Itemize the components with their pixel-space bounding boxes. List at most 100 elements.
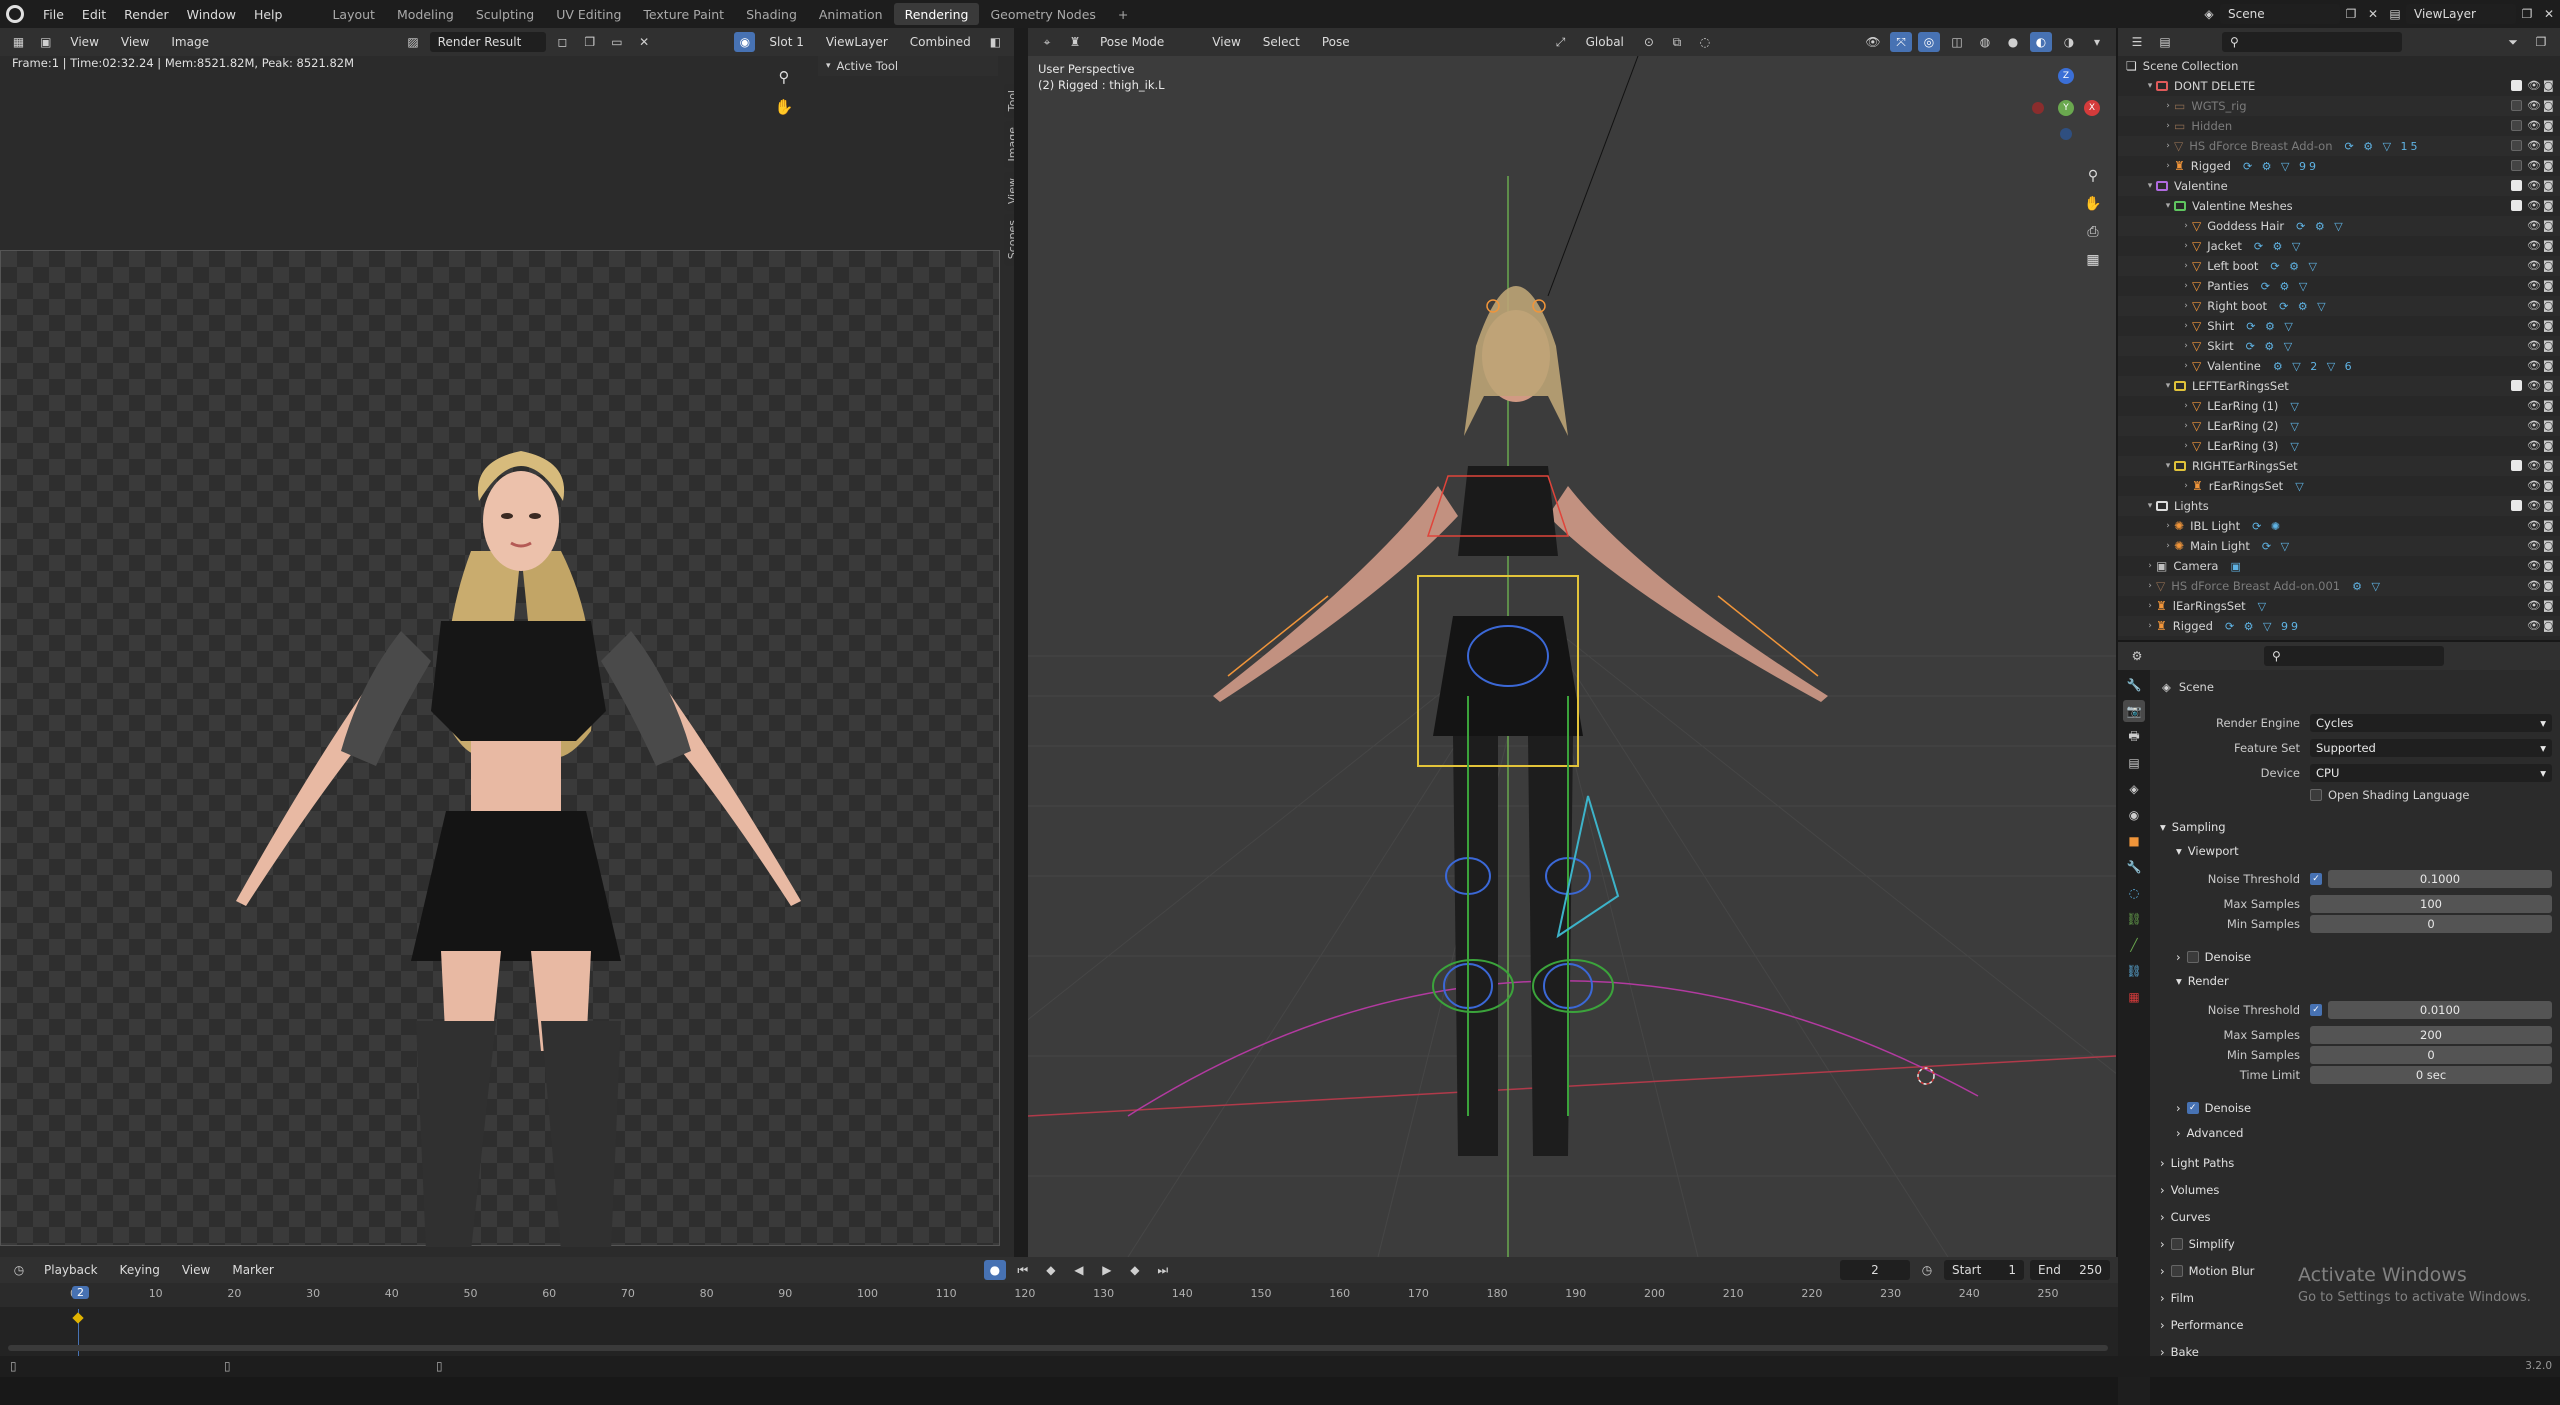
snap-icon[interactable]: ⧉ [1666, 32, 1688, 52]
workspace-tab-layout[interactable]: Layout [321, 3, 386, 25]
outliner-row[interactable]: › ♜ Rigged ⟳ ⚙ ▽ 99 👁 ◙ [2118, 156, 2560, 176]
zoom-icon[interactable]: ⚲ [772, 68, 796, 92]
marker-menu[interactable]: Marker [224, 1260, 281, 1280]
workspace-tab-sculpting[interactable]: Sculpting [465, 3, 545, 25]
exclude-checkbox[interactable] [2511, 140, 2522, 151]
hand-pan-icon[interactable]: ✋ [772, 98, 796, 122]
delete-scene-icon[interactable]: ✕ [2362, 4, 2384, 24]
new-view-layer-icon[interactable]: ❐ [2516, 4, 2538, 24]
modifier-icons[interactable]: ⟳ ⚙ ▽ 15 [2345, 140, 2421, 153]
sampling-panel-header[interactable]: ▾ Sampling [2150, 816, 2560, 838]
render-camera-icon[interactable]: ◙ [2543, 339, 2556, 352]
outliner-row[interactable]: ▾ Lights 👁 ◙ [2118, 496, 2560, 516]
chevron-right-icon[interactable]: › [2180, 421, 2192, 431]
delete-view-layer-icon[interactable]: ✕ [2538, 4, 2560, 24]
eye-icon[interactable]: 👁 [2527, 339, 2541, 352]
render-camera-icon[interactable]: ◙ [2543, 499, 2556, 512]
panel-performance[interactable]: › Performance [2150, 1314, 2560, 1336]
bone-tab-icon[interactable]: ╱ [2123, 934, 2145, 956]
orientation-dropdown[interactable]: Global [1578, 32, 1632, 52]
scene-tab-icon[interactable]: ◈ [2123, 778, 2145, 800]
navigation-gizmo[interactable]: Z Y X [2024, 66, 2104, 146]
modifier-icons[interactable]: ⚙ ▽ 2 ▽ 6 [2273, 360, 2355, 373]
modifier-icons[interactable]: ▽ [2258, 600, 2269, 613]
outliner-row[interactable]: ▾ DONT DELETE 👁 ◙ [2118, 76, 2560, 96]
chevron-right-icon[interactable]: › [2180, 341, 2192, 351]
r-denoise-subpanel[interactable]: › ✓ Denoise [2150, 1097, 2560, 1119]
keying-menu[interactable]: Keying [112, 1260, 168, 1280]
r-max-samples-field[interactable]: 200 [2310, 1026, 2552, 1044]
render-camera-icon[interactable]: ◙ [2543, 139, 2556, 152]
workspace-tab-uv-editing[interactable]: UV Editing [545, 3, 632, 25]
display-mode-icon[interactable]: ◧ [985, 32, 1006, 52]
outliner-row[interactable]: › ▽ Left boot ⟳ ⚙ ▽ 👁 ◙ [2118, 256, 2560, 276]
chevron-right-icon[interactable]: › [2144, 581, 2156, 591]
eye-icon[interactable]: 👁 [2527, 559, 2541, 572]
panel-curves[interactable]: › Curves [2150, 1206, 2560, 1228]
outliner-row[interactable]: ▾ LEFTEarRingsSet 👁 ◙ [2118, 376, 2560, 396]
slot-dropdown[interactable]: Slot 1 [761, 32, 811, 52]
filter-icon[interactable]: ⏷ [2502, 32, 2524, 52]
outliner-row[interactable]: › ▽ LEarRing (3) ▽ 👁 ◙ [2118, 436, 2560, 456]
chevron-down-icon[interactable]: ▾ [2144, 501, 2156, 511]
vp-denoise-subpanel[interactable]: › Denoise [2150, 946, 2560, 968]
r-noise-checkbox[interactable]: ✓ [2310, 1004, 2322, 1016]
workspace-tab-shading[interactable]: Shading [735, 3, 808, 25]
chevron-down-icon[interactable]: ▾ [2162, 201, 2174, 211]
view-layer-tab-icon[interactable]: ▤ [2123, 752, 2145, 774]
physics-tab-icon[interactable]: ◌ [2123, 882, 2145, 904]
render-camera-icon[interactable]: ◙ [2543, 259, 2556, 272]
exclude-checkbox[interactable] [2511, 380, 2522, 391]
eye-icon[interactable]: 👁 [2527, 299, 2541, 312]
eye-icon[interactable]: 👁 [2527, 539, 2541, 552]
eye-icon[interactable]: 👁 [2527, 359, 2541, 372]
outliner-row[interactable]: › ♜ lEarRingsSet ▽ 👁 ◙ [2118, 596, 2560, 616]
menu-edit[interactable]: Edit [73, 7, 115, 22]
eye-icon[interactable]: 👁 [2527, 599, 2541, 612]
image-menu[interactable]: Image [163, 32, 217, 52]
outliner-search-input[interactable]: ⚲ [2222, 32, 2402, 52]
prev-keyframe-icon[interactable]: ◆ [1040, 1260, 1062, 1280]
render-camera-icon[interactable]: ◙ [2543, 459, 2556, 472]
eye-icon[interactable]: 👁 [2527, 119, 2541, 132]
outliner-row[interactable]: › ▽ LEarRing (1) ▽ 👁 ◙ [2118, 396, 2560, 416]
play-reverse-icon[interactable]: ◀ [1068, 1260, 1090, 1280]
render-camera-icon[interactable]: ◙ [2543, 559, 2556, 572]
chevron-right-icon[interactable]: › [2162, 141, 2174, 151]
mode-dropdown[interactable]: Pose Mode [1092, 32, 1172, 52]
gizmo-z-axis[interactable]: Z [2058, 68, 2074, 84]
eye-icon[interactable]: 👁 [2527, 239, 2541, 252]
render-camera-icon[interactable]: ◙ [2543, 179, 2556, 192]
gizmo-neg-z[interactable] [2060, 128, 2072, 140]
exclude-checkbox[interactable] [2511, 100, 2522, 111]
chevron-right-icon[interactable]: › [2180, 441, 2192, 451]
eye-icon[interactable]: 👁 [2527, 519, 2541, 532]
chevron-right-icon[interactable]: › [2162, 121, 2174, 131]
render-camera-icon[interactable]: ◙ [2543, 599, 2556, 612]
current-frame-field[interactable]: 2 [1840, 1260, 1910, 1280]
outliner-row[interactable]: › ▭ Hidden 👁 ◙ [2118, 116, 2560, 136]
eye-icon[interactable]: 👁 [2527, 499, 2541, 512]
render-camera-icon[interactable]: ◙ [2543, 519, 2556, 532]
display-mode-icon[interactable]: ▤ [2154, 32, 2176, 52]
render-camera-icon[interactable]: ◙ [2543, 119, 2556, 132]
render-camera-icon[interactable]: ◙ [2543, 539, 2556, 552]
workspace-tab-texture-paint[interactable]: Texture Paint [632, 3, 735, 25]
modifier-icons[interactable]: ▽ [2290, 400, 2301, 413]
feature-set-dropdown[interactable]: Supported ▾ [2310, 739, 2552, 757]
chevron-right-icon[interactable]: › [2180, 301, 2192, 311]
eye-icon[interactable]: 👁 [2527, 459, 2541, 472]
gizmo-y-axis[interactable]: Y [2058, 100, 2074, 116]
modifier-icons[interactable]: ⟳ ⚙ ▽ [2296, 220, 2346, 233]
pivot-point-icon[interactable]: ⊙ [1638, 32, 1660, 52]
outliner-row[interactable]: › ▽ HS dForce Breast Add-on.001 ⚙ ▽ 👁 ◙ [2118, 576, 2560, 596]
gizmo-neg-x[interactable] [2032, 102, 2044, 114]
outliner-row[interactable]: › ✺ Main Light ⟳ ▽ 👁 ◙ [2118, 536, 2560, 556]
image-browse-icon[interactable]: ▨ [402, 32, 423, 52]
modifier-icons[interactable]: ⚙ ▽ [2352, 580, 2383, 593]
new-image-icon[interactable]: ❐ [579, 32, 600, 52]
zoom-icon[interactable]: ⚲ [2082, 168, 2104, 190]
modifier-icons[interactable]: ⟳ ⚙ ▽ 99 [2243, 160, 2319, 173]
exclude-checkbox[interactable] [2511, 160, 2522, 171]
modifier-icons[interactable]: ▣ [2230, 560, 2243, 573]
